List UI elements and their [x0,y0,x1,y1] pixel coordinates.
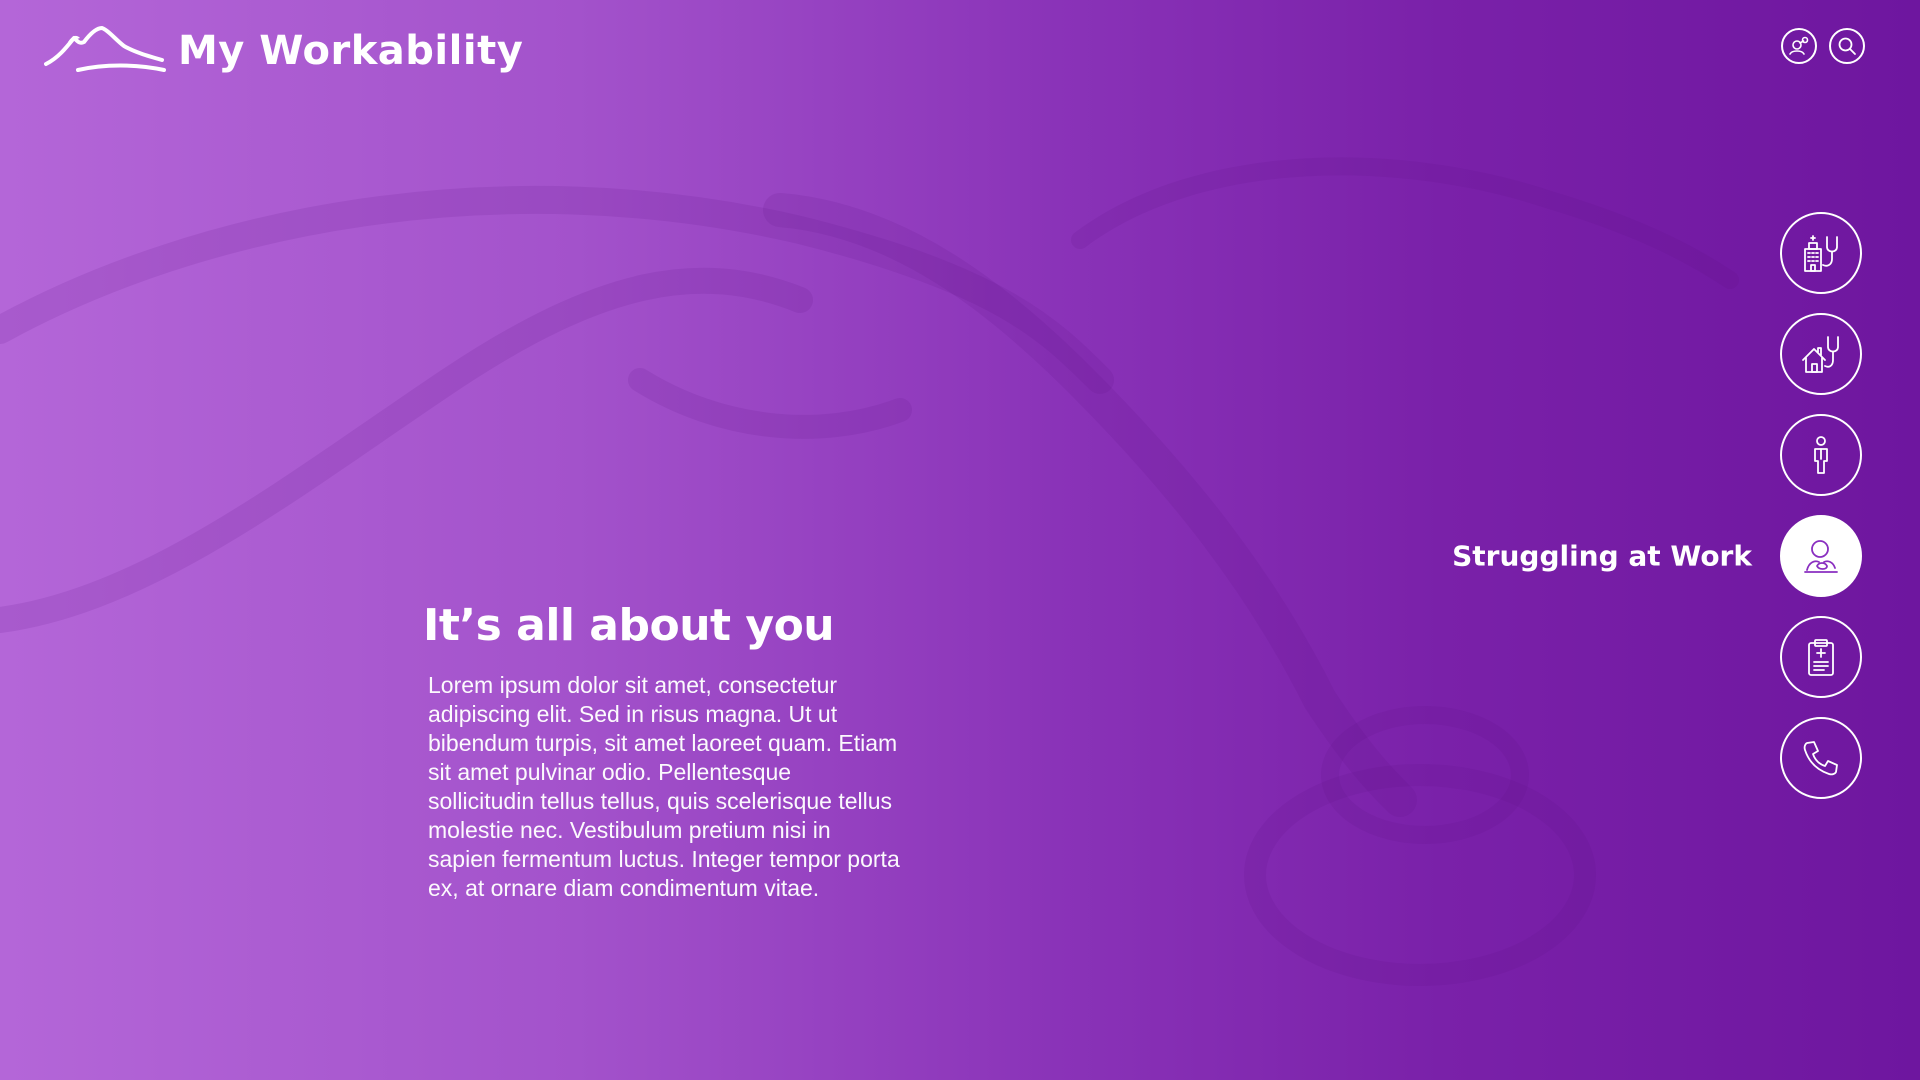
nav-medical-records[interactable] [1780,616,1862,698]
app-name: My Workability [178,28,524,74]
hero-body: Lorem ipsum dolor sit amet, consectetur … [428,672,900,901]
app-logo[interactable]: My Workability [44,24,523,78]
home-stethoscope-icon [1802,336,1839,373]
nav-struggling-at-work[interactable]: Struggling at Work [1452,515,1862,597]
header-actions [1781,28,1865,64]
nav-active-label: Struggling at Work [1452,539,1752,573]
person-icon [1814,436,1828,474]
hospital-stethoscope-icon [1804,235,1838,272]
search-icon [1838,37,1856,55]
worker-at-desk-icon [1804,540,1838,573]
nav-hospital[interactable] [1780,212,1862,294]
medical-clipboard-icon [1808,639,1834,676]
hero-title: It’s all about you [423,600,835,651]
nav-contact-phone[interactable] [1780,717,1862,799]
side-navigation: Struggling at Work [1452,212,1862,818]
nav-person[interactable] [1780,414,1862,496]
mountain-logo-icon [44,26,166,72]
user-link-button[interactable] [1781,28,1817,64]
nav-home-care[interactable] [1780,313,1862,395]
phone-icon [1803,741,1838,776]
search-button[interactable] [1829,28,1865,64]
hero-section: It’s all about you Lorem ipsum dolor sit… [423,600,903,903]
user-link-icon [1789,36,1809,55]
